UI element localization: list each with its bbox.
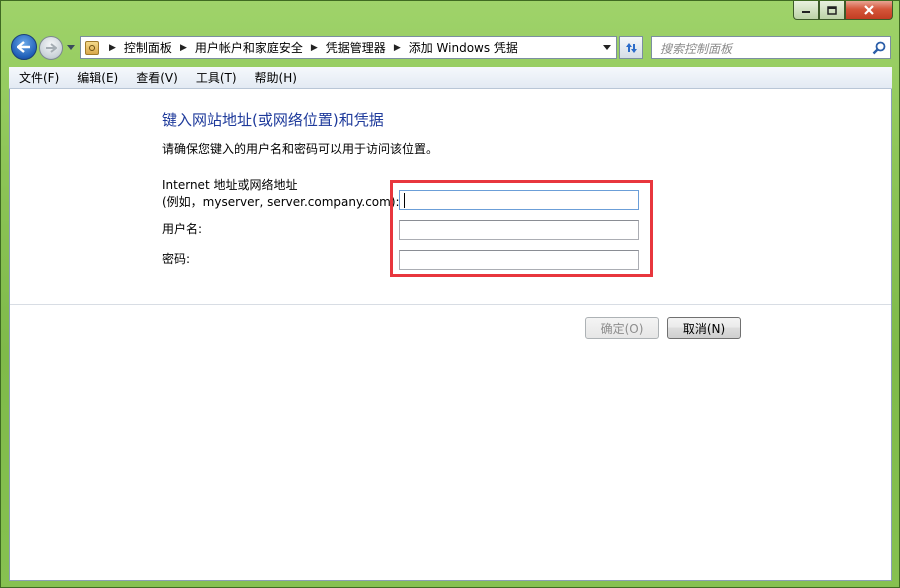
content-pane: 键入网站地址(或网络位置)和凭据 请确保您键入的用户名和密码可以用于访问该位置。… [9, 89, 892, 581]
refresh-button[interactable] [619, 36, 643, 59]
divider [10, 304, 891, 305]
close-button[interactable] [845, 1, 893, 20]
breadcrumb-add-windows-credential[interactable]: 添加 Windows 凭据 [409, 39, 518, 56]
breadcrumb-separator-icon[interactable]: ▶ [311, 43, 318, 53]
maximize-icon [827, 5, 837, 15]
breadcrumb-separator-icon[interactable]: ▶ [109, 43, 116, 53]
back-button[interactable] [11, 34, 37, 60]
address-bar[interactable]: ▶ 控制面板 ▶ 用户帐户和家庭安全 ▶ 凭据管理器 ▶ 添加 Windows … [80, 36, 617, 59]
breadcrumb-control-panel[interactable]: 控制面板 [124, 39, 172, 56]
cancel-button[interactable]: 取消(N) [667, 317, 741, 339]
credential-manager-window: ▶ 控制面板 ▶ 用户帐户和家庭安全 ▶ 凭据管理器 ▶ 添加 Windows … [0, 0, 900, 588]
menu-view[interactable]: 查看(V) [126, 69, 186, 86]
minimize-button[interactable] [793, 1, 819, 20]
search-input[interactable] [658, 38, 862, 59]
breadcrumb-separator-icon[interactable]: ▶ [394, 43, 401, 53]
internet-address-field[interactable] [399, 190, 639, 210]
username-field[interactable] [399, 220, 639, 240]
maximize-button[interactable] [819, 1, 845, 20]
username-label: 用户名: [162, 222, 203, 236]
page-title: 键入网站地址(或网络位置)和凭据 [162, 111, 384, 129]
page-description: 请确保您键入的用户名和密码可以用于访问该位置。 [162, 142, 439, 156]
breadcrumb-user-accounts[interactable]: 用户帐户和家庭安全 [195, 39, 303, 56]
navigation-bar: ▶ 控制面板 ▶ 用户帐户和家庭安全 ▶ 凭据管理器 ▶ 添加 Windows … [1, 32, 899, 62]
menu-tools[interactable]: 工具(T) [186, 69, 245, 86]
recent-pages-dropdown-icon[interactable] [65, 41, 77, 53]
ok-button[interactable]: 确定(O) [585, 317, 659, 339]
close-icon [864, 5, 874, 15]
address-label-line1: Internet 地址或网络地址 [162, 178, 298, 192]
search-box [651, 36, 891, 59]
password-label: 密码: [162, 252, 191, 266]
title-bar[interactable] [1, 1, 899, 29]
text-caret [404, 193, 405, 208]
forward-arrow-icon [46, 43, 57, 53]
breadcrumb-credential-manager[interactable]: 凭据管理器 [326, 39, 386, 56]
menu-edit[interactable]: 编辑(E) [67, 69, 126, 86]
back-arrow-icon [17, 41, 30, 53]
password-field[interactable] [399, 250, 639, 270]
forward-button[interactable] [39, 36, 63, 60]
menu-file[interactable]: 文件(F) [9, 69, 67, 86]
menu-bar: 文件(F) 编辑(E) 查看(V) 工具(T) 帮助(H) [9, 67, 892, 89]
search-icon[interactable] [872, 41, 886, 55]
address-label-line2: (例如，myserver, server.company.com): [162, 195, 400, 209]
minimize-icon [802, 11, 810, 13]
refresh-icon [626, 42, 637, 53]
window-controls [793, 1, 893, 20]
menu-help[interactable]: 帮助(H) [245, 69, 305, 86]
breadcrumb-separator-icon[interactable]: ▶ [180, 43, 187, 53]
control-panel-icon [85, 40, 99, 55]
address-label: Internet 地址或网络地址 (例如，myserver, server.co… [162, 177, 400, 211]
address-dropdown-icon[interactable] [602, 44, 612, 52]
